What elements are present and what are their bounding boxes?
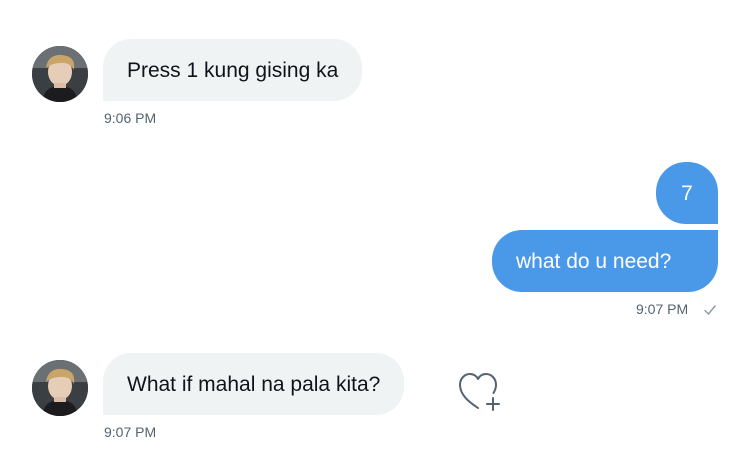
message-text: what do u need? [516, 249, 672, 273]
avatar[interactable] [32, 360, 88, 416]
message-timestamp: 9:06 PM [104, 110, 157, 126]
message-bubble-received[interactable]: Press 1 kung gising ka [103, 39, 363, 101]
checkmark-icon [704, 305, 716, 315]
avatar-photo [32, 46, 88, 102]
message-bubble-sent[interactable]: what do u need? [492, 230, 718, 292]
message-text: Press 1 kung gising ka [127, 58, 339, 82]
message-timestamp: 9:07 PM [104, 424, 157, 440]
avatar-photo [32, 360, 88, 416]
message-bubble-sent[interactable]: 7 [656, 162, 718, 224]
message-text: What if mahal na pala kita? [127, 372, 381, 396]
message-timestamp: 9:07 PM [636, 301, 689, 317]
message-text: 7 [681, 181, 693, 205]
message-bubble-received[interactable]: What if mahal na pala kita? [103, 353, 405, 415]
avatar[interactable] [32, 46, 88, 102]
heart-plus-icon[interactable] [456, 370, 504, 414]
